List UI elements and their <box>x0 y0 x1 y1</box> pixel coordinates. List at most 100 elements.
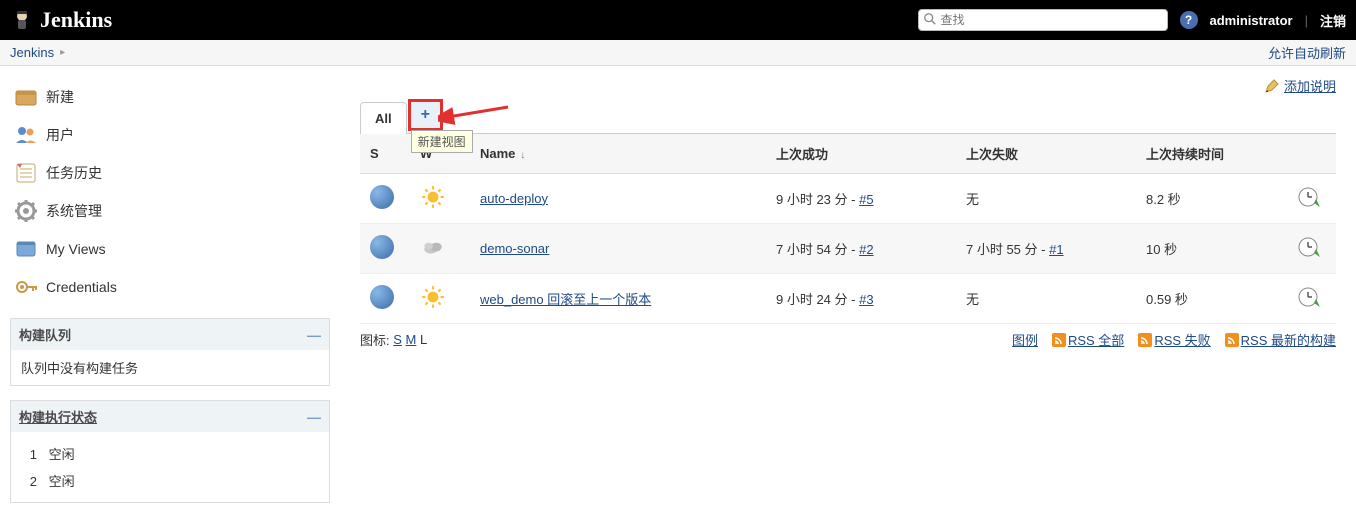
auto-refresh-link[interactable]: 允许自动刷新 <box>1268 46 1346 61</box>
build-exec-header: 构建执行状态 — <box>11 401 329 432</box>
rss-fail-link[interactable]: RSS 失败 <box>1154 333 1210 348</box>
sidebar-item-myviews[interactable]: My Views <box>10 230 330 268</box>
weather-icon <box>420 248 446 263</box>
build-link[interactable]: #1 <box>1049 242 1063 257</box>
weather-cell <box>410 173 470 223</box>
side-menu: 新建 用户 任务历史 系统管理 My Views Credentials <box>10 78 330 306</box>
executor-status: 空闲 <box>49 474 75 489</box>
executor-num: 1 <box>21 447 37 462</box>
collapse-icon[interactable]: — <box>307 409 321 425</box>
rss-fail-wrap[interactable]: RSS 失败 <box>1138 330 1210 349</box>
user-link[interactable]: administrator <box>1210 13 1293 28</box>
schedule-build-icon[interactable] <box>1296 197 1320 212</box>
build-link[interactable]: #2 <box>859 242 873 257</box>
col-build <box>1286 134 1336 174</box>
schedule-build-icon[interactable] <box>1296 297 1320 312</box>
last-duration-cell: 8.2 秒 <box>1136 173 1286 223</box>
build-exec-body: 1 空闲 2 空闲 <box>11 432 329 502</box>
sidebar: 新建 用户 任务历史 系统管理 My Views Credentials <box>0 66 340 529</box>
col-status[interactable]: S <box>360 134 410 174</box>
last-success-cell: 9 小时 23 分 - #5 <box>766 173 956 223</box>
build-link[interactable]: #3 <box>859 292 873 307</box>
logout-link[interactable]: 注销 <box>1320 11 1346 30</box>
help-icon[interactable]: ? <box>1180 11 1198 29</box>
weather-icon <box>420 198 446 213</box>
new-icon <box>14 85 38 109</box>
status-ball-icon <box>370 285 394 309</box>
sidebar-item-history[interactable]: 任务历史 <box>10 154 330 192</box>
weather-cell <box>410 273 470 323</box>
build-queue-title: 构建队列 <box>19 325 71 344</box>
build-cell <box>1286 173 1336 223</box>
users-icon <box>14 123 38 147</box>
status-cell <box>360 223 410 273</box>
build-link[interactable]: #5 <box>859 192 873 207</box>
rss-icon <box>1052 333 1066 347</box>
schedule-build-icon[interactable] <box>1296 247 1320 262</box>
credentials-icon <box>14 275 38 299</box>
sort-down-icon: ↓ <box>517 150 525 161</box>
rss-all-wrap[interactable]: RSS 全部 <box>1052 330 1124 349</box>
gear-icon <box>14 199 38 223</box>
add-description-link[interactable]: 添加说明 <box>1264 76 1336 95</box>
logo-area[interactable]: Jenkins <box>10 7 112 33</box>
search-box[interactable] <box>918 9 1168 31</box>
content: 新建 用户 任务历史 系统管理 My Views Credentials <box>0 66 1356 529</box>
header-separator: | <box>1305 13 1308 28</box>
table-row: auto-deploy9 小时 23 分 - #5无8.2 秒 <box>360 173 1336 223</box>
collapse-icon[interactable]: — <box>307 327 321 343</box>
executor-row: 1 空闲 <box>21 440 319 467</box>
search-input[interactable] <box>937 13 1163 27</box>
col-name[interactable]: Name ↓ <box>470 134 766 174</box>
rss-latest-wrap[interactable]: RSS 最新的构建 <box>1225 330 1336 349</box>
status-cell <box>360 173 410 223</box>
last-failure-cell: 无 <box>956 273 1136 323</box>
executor-num: 2 <box>21 474 37 489</box>
status-ball-icon <box>370 185 394 209</box>
new-view-tab[interactable]: + 新建视图 <box>410 101 441 129</box>
sidebar-item-manage[interactable]: 系统管理 <box>10 192 330 230</box>
jenkins-logo-icon <box>10 8 34 32</box>
job-link[interactable]: web_demo 回滚至上一个版本 <box>480 292 651 307</box>
build-cell <box>1286 223 1336 273</box>
history-icon <box>14 161 38 185</box>
table-footer: 图标: S M L 图例 RSS 全部 RSS 失败 RSS 最新的构建 <box>360 324 1336 355</box>
col-last-failure[interactable]: 上次失败 <box>956 134 1136 174</box>
col-last-success[interactable]: 上次成功 <box>766 134 956 174</box>
sidebar-item-new[interactable]: 新建 <box>10 78 330 116</box>
rss-all-link[interactable]: RSS 全部 <box>1068 333 1124 348</box>
col-last-duration[interactable]: 上次持续时间 <box>1136 134 1286 174</box>
rss-latest-link[interactable]: RSS 最新的构建 <box>1241 333 1336 348</box>
search-icon <box>923 12 937 29</box>
build-queue-panel: 构建队列 — 队列中没有构建任务 <box>10 318 330 386</box>
icon-size-s[interactable]: S <box>393 332 402 347</box>
name-cell: demo-sonar <box>470 223 766 273</box>
breadcrumb: Jenkins ▸ 允许自动刷新 <box>0 40 1356 66</box>
tab-all[interactable]: All <box>360 102 407 134</box>
table-row: demo-sonar7 小时 54 分 - #27 小时 55 分 - #110… <box>360 223 1336 273</box>
executor-row: 2 空闲 <box>21 467 319 494</box>
header-right: ? administrator | 注销 <box>918 9 1346 31</box>
build-exec-panel: 构建执行状态 — 1 空闲 2 空闲 <box>10 400 330 503</box>
icon-size-m[interactable]: M <box>406 332 417 347</box>
logo-title: Jenkins <box>40 7 112 33</box>
last-failure-cell: 7 小时 55 分 - #1 <box>956 223 1136 273</box>
job-table: S W Name ↓ 上次成功 上次失败 上次持续时间 auto-deploy9… <box>360 134 1336 324</box>
icon-size-label: 图标: <box>360 330 390 349</box>
build-queue-header: 构建队列 — <box>11 319 329 350</box>
sidebar-item-credentials[interactable]: Credentials <box>10 268 330 306</box>
main-panel: 添加说明 All + 新建视图 S W Name ↓ 上次成功 <box>340 66 1356 529</box>
breadcrumb-root[interactable]: Jenkins <box>10 45 54 60</box>
job-link[interactable]: demo-sonar <box>480 241 549 256</box>
build-exec-title[interactable]: 构建执行状态 <box>19 407 97 426</box>
job-link[interactable]: auto-deploy <box>480 191 548 206</box>
sidebar-item-label: Credentials <box>46 279 117 295</box>
legend-link[interactable]: 图例 <box>1012 330 1038 349</box>
status-ball-icon <box>370 235 394 259</box>
icon-size-l: L <box>420 332 427 347</box>
add-description-label: 添加说明 <box>1284 76 1336 95</box>
name-cell: auto-deploy <box>470 173 766 223</box>
breadcrumb-arrow-icon: ▸ <box>60 47 65 58</box>
sidebar-item-users[interactable]: 用户 <box>10 116 330 154</box>
build-cell <box>1286 273 1336 323</box>
